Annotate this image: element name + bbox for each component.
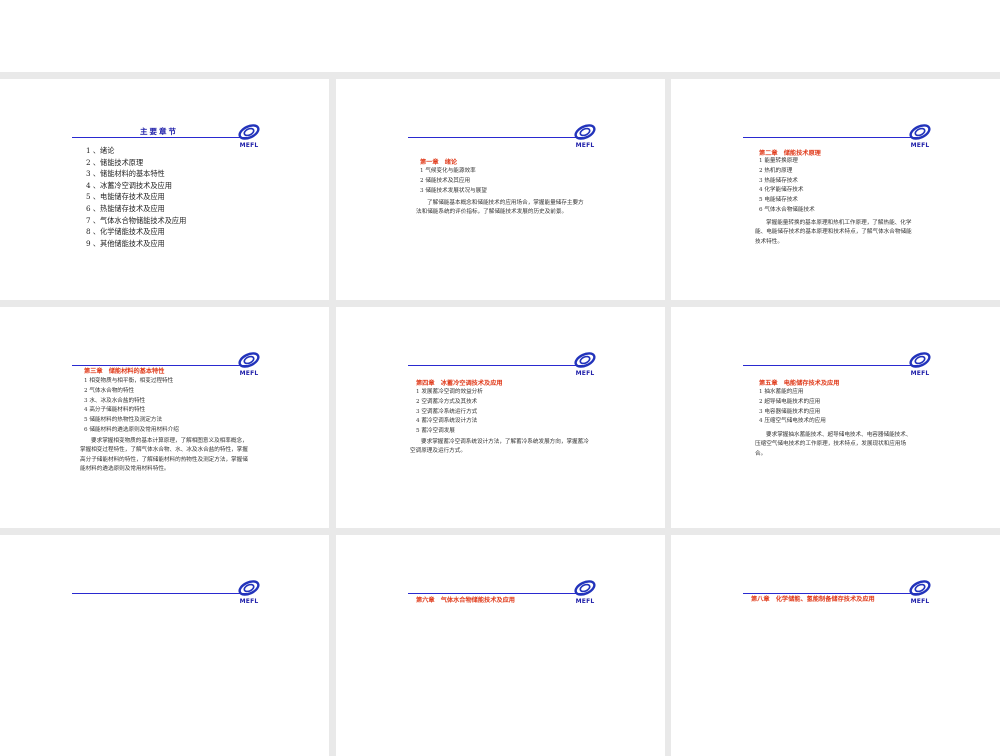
topic-list: 1 发展蓄冷空调的效益分析 2 空调蓄冷方式及其技术 3 空调蓄冷系统运行方式 … <box>416 388 483 437</box>
slide-8[interactable]: MEFL 第六章 气体水合物储能技术及应用 <box>336 535 665 756</box>
list-item: 3 空调蓄冷系统运行方式 <box>416 408 478 415</box>
list-item: 5 蓄冷空调发展 <box>416 428 455 435</box>
list-item: 1 抽水蓄能的应用 <box>759 389 804 395</box>
chapter-summary: 要求掌握相变物质的基本计算原理，了解相图意义及相率概念，掌握相变过程特性，了解气… <box>80 438 248 473</box>
chapter-summary: 掌握能量转换的基本原理和热机工作原理，了解热能、化学能、电能储存技术的基本原理和… <box>755 220 912 245</box>
slide-6[interactable]: MEFL 第五章 电能储存技术及应用 1 抽水蓄能的应用 2 超导储电能技术的应… <box>671 307 1000 528</box>
slide-rule <box>408 593 583 594</box>
chapter-summary: 了解储能基本概念和储能技术的应用场合，掌握能量储存主要方法和储能系统的评价指标，… <box>416 200 584 216</box>
list-item: 5 、电能储存技术及应用 <box>86 192 165 202</box>
list-item: 1 相变物质与相平衡，相变过程特性 <box>84 378 174 384</box>
slide-9[interactable]: MEFL 第八章 化学储能、氢能制备储存技术及应用 <box>671 535 1000 756</box>
slide-rule <box>72 593 247 594</box>
list-item: 1 发展蓄冷空调的效益分析 <box>416 389 483 395</box>
list-item: 4 、冰蓄冷空调技术及应用 <box>86 180 172 190</box>
slide-rule <box>743 137 918 138</box>
list-item: 1 、绪论 <box>86 146 115 155</box>
list-item: 6 、热能储存技术及应用 <box>86 203 165 213</box>
list-item: 3 热能储存技术 <box>759 177 798 184</box>
slide-rule <box>72 137 247 138</box>
list-item: 3 电容器储能技术的应用 <box>759 408 821 415</box>
list-item: 5 储能材料的热物性及测定方法 <box>84 417 163 424</box>
chapter-heading: 第五章 电能储存技术及应用 <box>759 380 840 387</box>
mefl-logo-icon: MEFL <box>234 123 264 153</box>
mefl-logo-icon: MEFL <box>905 351 935 381</box>
chapter-summary: 要求掌握蓄冷空调系统设计方法，了解蓄冷系统发展方向，掌握蓄冷空调原理及运行方式。 <box>410 439 589 455</box>
top-strip <box>0 0 1000 72</box>
contents-title: 主要章节 <box>140 127 178 136</box>
mefl-logo-icon: MEFL <box>570 123 600 153</box>
topic-list: 1 相变物质与相平衡，相变过程特性 2 气体水合物的特性 3 水、冰及水合盐的特… <box>84 377 179 436</box>
chapter-summary: 要求掌握抽水蓄能技术、超导储电技术、电容器储能技术、压缩空气储电技术的工作原理，… <box>755 432 912 457</box>
list-item: 5 电能储存技术 <box>759 197 798 204</box>
list-item: 6 气体水合物储能技术 <box>759 206 815 213</box>
list-item: 3 、储能材料的基本特性 <box>86 169 165 179</box>
logo-text: MEFL <box>575 142 595 149</box>
list-item: 7 、气体水合物储能技术及应用 <box>86 215 187 225</box>
list-item: 4 压缩空气储电技术的应用 <box>759 418 826 425</box>
list-item: 2 空调蓄冷方式及其技术 <box>416 398 478 405</box>
chapter-heading: 第八章 化学储能、氢能制备储存技术及应用 <box>751 596 875 603</box>
slide-rule <box>408 137 583 138</box>
list-item: 4 高分子储能材料的特性 <box>84 407 146 414</box>
slide-rule <box>408 365 583 366</box>
list-item: 2 气体水合物的特性 <box>84 387 135 394</box>
slide-1[interactable]: MEFL 主要章节 1 、绪论 2 、储能技术原理 3 、储能材料的基本特性 4… <box>0 79 329 300</box>
slide-5[interactable]: MEFL 第四章 冰蓄冷空调技术及应用 1 发展蓄冷空调的效益分析 2 空调蓄冷… <box>336 307 665 528</box>
list-item: 3 储能技术发展状况与展望 <box>420 187 487 194</box>
slide-2[interactable]: MEFL 第一章 绪论 1 气候变化与能源效率 2 储能技术及其应用 3 储能技… <box>336 79 665 300</box>
logo-text: MEFL <box>575 370 595 377</box>
logo-text: MEFL <box>575 598 595 605</box>
list-item: 2 超导储电能技术的应用 <box>759 398 821 405</box>
list-item: 2 储能技术及其应用 <box>420 177 471 184</box>
list-item: 1 气候变化与能源效率 <box>420 168 476 174</box>
mefl-logo-icon: MEFL <box>570 351 600 381</box>
topic-list: 1 气候变化与能源效率 2 储能技术及其应用 3 储能技术发展状况与展望 <box>420 167 487 196</box>
slide-3[interactable]: MEFL 第二章 储能技术原理 1 能量转换原理 2 热机的原理 3 热能储存技… <box>671 79 1000 300</box>
list-item: 3 水、冰及水合盐的特性 <box>84 397 146 404</box>
mefl-logo-icon: MEFL <box>905 123 935 153</box>
list-item: 4 化学能储存技术 <box>759 187 804 194</box>
slide-7[interactable]: MEFL <box>0 535 329 756</box>
logo-text: MEFL <box>239 142 259 149</box>
slide-rule <box>743 365 918 366</box>
chapter-heading: 第一章 绪论 <box>420 159 458 166</box>
mefl-logo-icon: MEFL <box>234 351 264 381</box>
list-item: 9 、其他储能技术及应用 <box>86 238 165 248</box>
slide-4[interactable]: MEFL 第三章 储能材料的基本特性 1 相变物质与相平衡，相变过程特性 2 气… <box>0 307 329 528</box>
logo-text: MEFL <box>910 142 930 149</box>
list-item: 2 热机的原理 <box>759 167 793 174</box>
logo-text: MEFL <box>239 598 259 605</box>
chapter-heading: 第四章 冰蓄冷空调技术及应用 <box>416 380 503 387</box>
mefl-logo-icon: MEFL <box>570 579 600 609</box>
list-item: 6 储能材料的遴选原则及常用材料介绍 <box>84 426 179 433</box>
mefl-logo-icon: MEFL <box>905 579 935 609</box>
logo-text: MEFL <box>239 370 259 377</box>
mefl-logo-icon: MEFL <box>234 579 264 609</box>
chapter-heading: 第二章 储能技术原理 <box>759 150 821 157</box>
list-item: 8 、化学储能技术及应用 <box>86 227 165 237</box>
topic-list: 1 能量转换原理 2 热机的原理 3 热能储存技术 4 化学能储存技术 5 电能… <box>759 157 815 216</box>
logo-text: MEFL <box>910 598 930 605</box>
topic-list: 1 抽水蓄能的应用 2 超导储电能技术的应用 3 电容器储能技术的应用 4 压缩… <box>759 388 826 427</box>
list-item: 2 、储能技术原理 <box>86 157 144 167</box>
chapter-heading: 第三章 储能材料的基本特性 <box>84 368 165 375</box>
chapter-list: 1 、绪论 2 、储能技术原理 3 、储能材料的基本特性 4 、冰蓄冷空调技术及… <box>86 145 194 249</box>
list-item: 4 蓄冷空调系统设计方法 <box>416 418 478 425</box>
logo-text: MEFL <box>910 370 930 377</box>
list-item: 1 能量转换原理 <box>759 158 798 164</box>
